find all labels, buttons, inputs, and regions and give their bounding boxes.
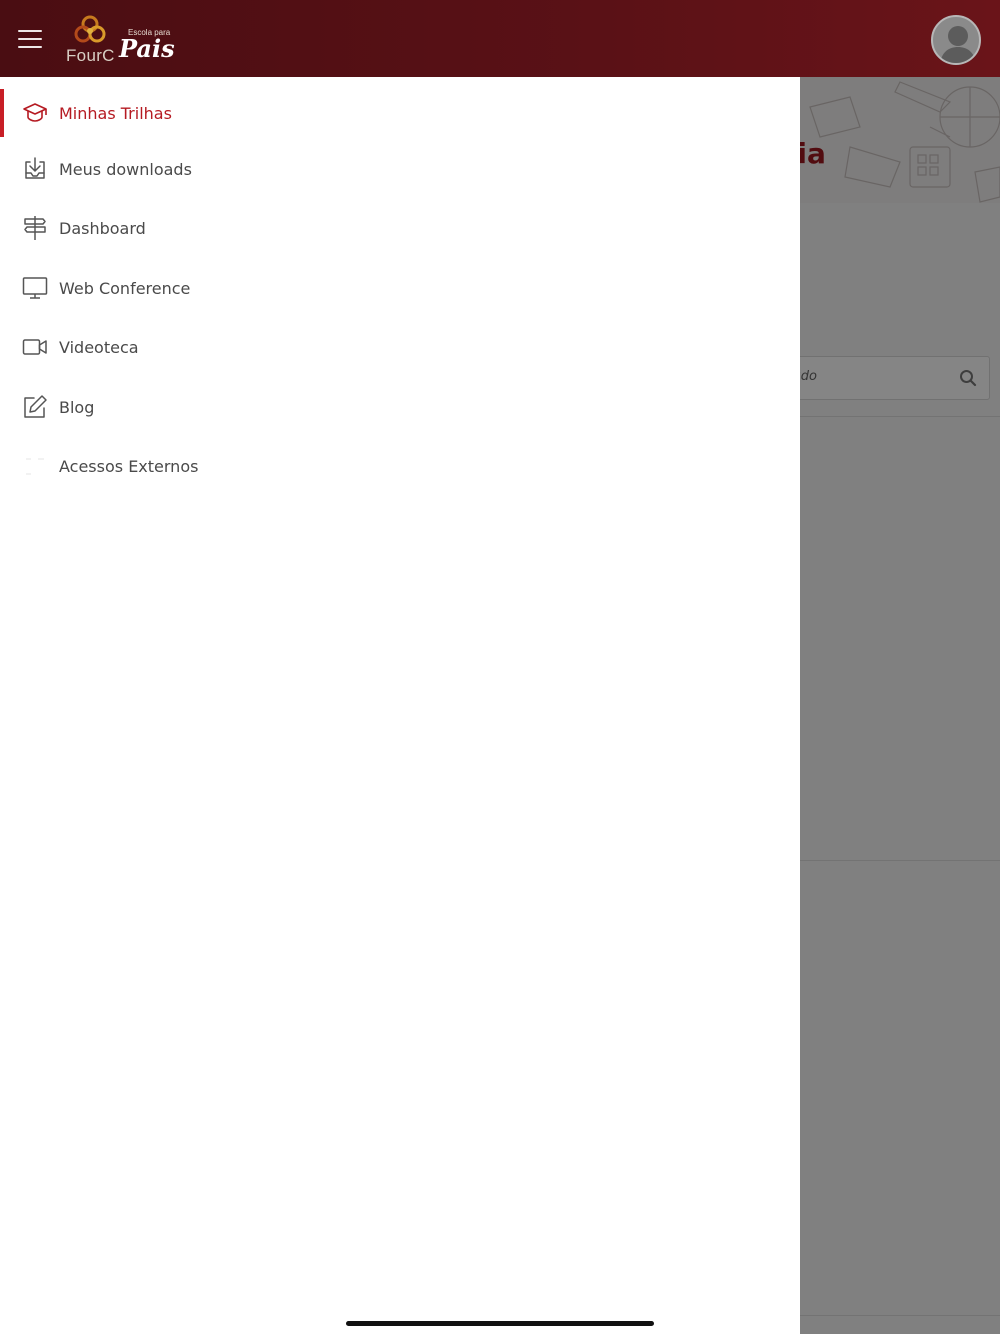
external-link-icon — [26, 458, 44, 475]
drawer-item-label: Web Conference — [59, 278, 191, 298]
drawer-item-label: Acessos Externos — [59, 456, 199, 476]
edit-icon — [24, 395, 47, 418]
drawer-item-label: Meus downloads — [59, 159, 192, 179]
home-indicator[interactable] — [346, 1321, 654, 1326]
drawer-item-acessos-externos[interactable]: Acessos Externos — [0, 438, 800, 494]
drawer-item-label: Minhas Trilhas — [59, 103, 172, 123]
navigation-drawer: Minhas Trilhas Meus downloads Dashboard — [0, 77, 800, 1334]
monitor-icon — [22, 277, 48, 299]
download-icon — [25, 157, 45, 179]
hamburger-icon[interactable] — [16, 26, 44, 52]
drawer-item-label: Videoteca — [59, 337, 139, 357]
logo-tagline-big: Pais — [119, 34, 175, 63]
app-logo[interactable]: FourC Escola para Pais — [64, 12, 175, 68]
drawer-item-web-conference[interactable]: Web Conference — [0, 260, 800, 316]
signpost-icon — [24, 216, 46, 240]
drawer-item-dashboard[interactable]: Dashboard — [0, 200, 800, 256]
drawer-item-videoteca[interactable]: Videoteca — [0, 319, 800, 375]
drawer-item-meus-downloads[interactable]: Meus downloads — [0, 141, 800, 197]
fourc-logo-mark-icon — [74, 15, 106, 43]
person-silhouette-icon — [940, 26, 976, 63]
graduation-cap-icon — [23, 103, 47, 122]
logo-brand-text: FourC — [66, 46, 115, 65]
user-avatar-icon[interactable] — [931, 15, 981, 65]
drawer-item-label: Blog — [59, 397, 95, 417]
app-header: FourC Escola para Pais — [0, 0, 1000, 77]
drawer-item-blog[interactable]: Blog — [0, 379, 800, 435]
video-camera-icon — [22, 339, 47, 355]
drawer-item-label: Dashboard — [59, 218, 146, 238]
active-indicator — [0, 89, 4, 137]
drawer-item-minhas-trilhas[interactable]: Minhas Trilhas — [0, 85, 800, 141]
